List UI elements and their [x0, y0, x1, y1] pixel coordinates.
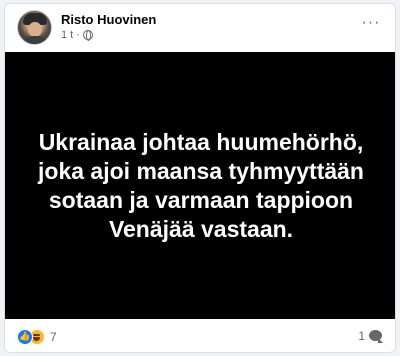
- post-footer: 👍 7 1: [5, 322, 395, 352]
- post-meta: 1 t ·: [61, 29, 93, 41]
- reactions-summary[interactable]: 👍 7: [17, 329, 57, 345]
- author-avatar[interactable]: [17, 10, 52, 45]
- comment-count: 1: [358, 329, 365, 343]
- post-image-text: Ukrainaa johtaa huumehörhö, joka ajoi ma…: [38, 128, 364, 242]
- avatar-shirt: [21, 36, 50, 44]
- meta-separator: ·: [76, 29, 80, 41]
- post-header: Risto Huovinen 1 t · ···: [5, 4, 395, 52]
- reaction-count: 7: [50, 330, 57, 344]
- comment-icon: [369, 329, 383, 343]
- comments-summary[interactable]: 1: [358, 329, 383, 343]
- more-options-icon[interactable]: ···: [359, 15, 383, 32]
- post-card: Risto Huovinen 1 t · ··· Ukrainaa johtaa…: [4, 3, 396, 353]
- author-name[interactable]: Risto Huovinen: [61, 12, 156, 27]
- globe-icon[interactable]: [82, 30, 93, 41]
- post-time[interactable]: 1 t: [61, 29, 73, 41]
- post-image[interactable]: Ukrainaa johtaa huumehörhö, joka ajoi ma…: [5, 52, 395, 319]
- like-icon: 👍: [17, 329, 33, 345]
- avatar-face: [28, 22, 42, 37]
